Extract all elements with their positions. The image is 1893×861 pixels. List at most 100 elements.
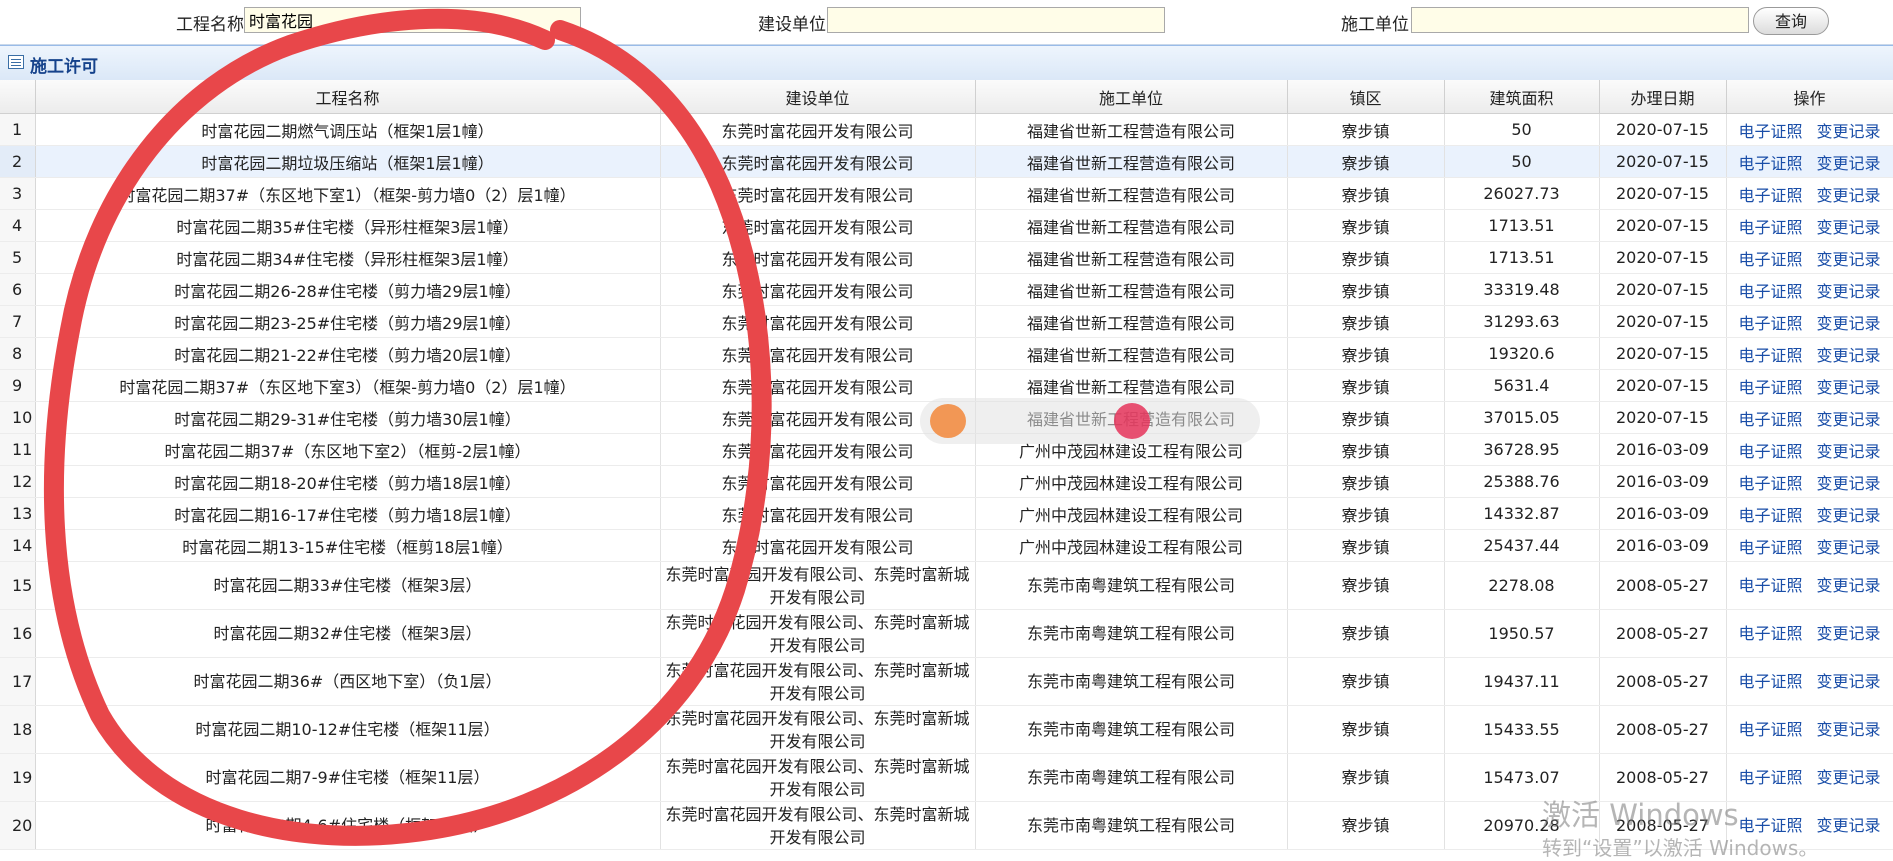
table-row[interactable]: 3 时富花园二期37#（东区地下室1）（框架-剪力墙0（2）层1幢） 东莞时富花园开… xyxy=(0,177,1893,210)
town-cell: 寮步镇 xyxy=(1287,657,1445,706)
actions-cell: 电子证照 变更记录 xyxy=(1726,497,1893,530)
table-row[interactable]: 5 时富花园二期34#住宅楼（异形柱框架3层1幢） 东莞时富花园开发有限公司 福建省世… xyxy=(0,241,1893,274)
col-header-area[interactable]: 建筑面积 xyxy=(1444,80,1600,114)
project-name-input[interactable] xyxy=(244,7,581,33)
e-license-link[interactable]: 电子证照 xyxy=(1738,314,1802,333)
table-row[interactable]: 2 时富花园二期垃圾压缩站（框架1层1幢） 东莞时富花园开发有限公司 福建省世新工程营… xyxy=(0,145,1893,178)
e-license-link[interactable]: 电子证照 xyxy=(1738,442,1802,461)
change-log-link[interactable]: 变更记录 xyxy=(1817,538,1881,557)
town-cell: 寮步镇 xyxy=(1287,113,1445,146)
area-cell: 50 xyxy=(1444,145,1600,178)
project-name-cell: 时富花园二期垃圾压缩站（框架1层1幢） xyxy=(35,145,661,178)
col-header-town[interactable]: 镇区 xyxy=(1287,80,1445,114)
row-number: 17 xyxy=(0,657,36,706)
e-license-link[interactable]: 电子证照 xyxy=(1738,186,1802,205)
e-license-link[interactable]: 电子证照 xyxy=(1738,282,1802,301)
contractor-cell: 福建省世新工程营造有限公司 xyxy=(975,369,1288,402)
change-log-link[interactable]: 变更记录 xyxy=(1817,768,1881,787)
col-header-date[interactable]: 办理日期 xyxy=(1599,80,1727,114)
col-header-builder[interactable]: 建设单位 xyxy=(660,80,976,114)
town-cell: 寮步镇 xyxy=(1287,241,1445,274)
change-log-link[interactable]: 变更记录 xyxy=(1817,474,1881,493)
area-cell: 1713.51 xyxy=(1444,209,1600,242)
date-cell: 2008-05-27 xyxy=(1599,609,1727,658)
builder-cell: 东莞时富花园开发有限公司、东莞时富新城开发有限公司 xyxy=(660,561,976,610)
e-license-link[interactable]: 电子证照 xyxy=(1738,122,1802,141)
e-license-link[interactable]: 电子证照 xyxy=(1738,250,1802,269)
change-log-link[interactable]: 变更记录 xyxy=(1817,122,1881,141)
project-name-cell: 时富花园二期13-15#住宅楼（框剪18层1幢） xyxy=(35,529,661,562)
e-license-link[interactable]: 电子证照 xyxy=(1738,506,1802,525)
change-log-link[interactable]: 变更记录 xyxy=(1817,720,1881,739)
town-cell: 寮步镇 xyxy=(1287,529,1445,562)
change-log-link[interactable]: 变更记录 xyxy=(1817,442,1881,461)
e-license-link[interactable]: 电子证照 xyxy=(1738,218,1802,237)
e-license-link[interactable]: 电子证照 xyxy=(1738,576,1802,595)
watermark-badge xyxy=(920,398,1260,444)
e-license-link[interactable]: 电子证照 xyxy=(1738,474,1802,493)
change-log-link[interactable]: 变更记录 xyxy=(1817,314,1881,333)
row-number: 15 xyxy=(0,561,36,610)
col-header-project[interactable]: 工程名称 xyxy=(35,80,661,114)
change-log-link[interactable]: 变更记录 xyxy=(1817,282,1881,301)
area-cell: 25388.76 xyxy=(1444,465,1600,498)
actions-cell: 电子证照 变更记录 xyxy=(1726,113,1893,146)
change-log-link[interactable]: 变更记录 xyxy=(1817,154,1881,173)
builder-cell: 东莞时富花园开发有限公司 xyxy=(660,465,976,498)
e-license-link[interactable]: 电子证照 xyxy=(1738,410,1802,429)
e-license-link[interactable]: 电子证照 xyxy=(1738,538,1802,557)
change-log-link[interactable]: 变更记录 xyxy=(1817,576,1881,595)
change-log-link[interactable]: 变更记录 xyxy=(1817,218,1881,237)
date-cell: 2020-07-15 xyxy=(1599,177,1727,210)
builder-cell: 东莞时富花园开发有限公司 xyxy=(660,241,976,274)
table-row[interactable]: 17 时富花园二期36#（西区地下室）（负1层） 东莞时富花园开发有限公司、东莞时富… xyxy=(0,657,1893,706)
actions-cell: 电子证照 变更记录 xyxy=(1726,433,1893,466)
e-license-link[interactable]: 电子证照 xyxy=(1738,154,1802,173)
change-log-link[interactable]: 变更记录 xyxy=(1817,816,1881,835)
area-cell: 14332.87 xyxy=(1444,497,1600,530)
col-header-contractor[interactable]: 施工单位 xyxy=(975,80,1288,114)
table-row[interactable]: 6 时富花园二期26-28#住宅楼（剪力墙29层1幢） 东莞时富花园开发有限公司 福建… xyxy=(0,273,1893,306)
contractor-cell: 广州中茂园林建设工程有限公司 xyxy=(975,497,1288,530)
contractor-input[interactable] xyxy=(1411,7,1749,33)
change-log-link[interactable]: 变更记录 xyxy=(1817,378,1881,397)
change-log-link[interactable]: 变更记录 xyxy=(1817,250,1881,269)
contractor-cell: 东莞市南粤建筑工程有限公司 xyxy=(975,753,1288,802)
builder-input[interactable] xyxy=(827,7,1165,33)
date-cell: 2016-03-09 xyxy=(1599,465,1727,498)
table-row[interactable]: 9 时富花园二期37#（东区地下室3）（框架-剪力墙0（2）层1幢） 东莞时富花园开… xyxy=(0,369,1893,402)
table-row[interactable]: 12 时富花园二期18-20#住宅楼（剪力墙18层1幢） 东莞时富花园开发有限公司广… xyxy=(0,465,1893,498)
table-row[interactable]: 18 时富花园二期10-12#住宅楼（框架11层） 东莞时富花园开发有限公司、东莞时… xyxy=(0,705,1893,754)
change-log-link[interactable]: 变更记录 xyxy=(1817,624,1881,643)
project-name-cell: 时富花园二期36#（西区地下室）（负1层） xyxy=(35,657,661,706)
table-row[interactable]: 4 时富花园二期35#住宅楼（异形柱框架3层1幢） 东莞时富花园开发有限公司 福建省世… xyxy=(0,209,1893,242)
actions-cell: 电子证照 变更记录 xyxy=(1726,305,1893,338)
date-cell: 2020-07-15 xyxy=(1599,209,1727,242)
project-name-cell: 时富花园二期21-22#住宅楼（剪力墙20层1幢） xyxy=(35,337,661,370)
builder-cell: 东莞时富花园开发有限公司 xyxy=(660,305,976,338)
table-row[interactable]: 7 时富花园二期23-25#住宅楼（剪力墙29层1幢） 东莞时富花园开发有限公司 福建… xyxy=(0,305,1893,338)
change-log-link[interactable]: 变更记录 xyxy=(1817,410,1881,429)
e-license-link[interactable]: 电子证照 xyxy=(1738,346,1802,365)
e-license-link[interactable]: 电子证照 xyxy=(1738,720,1802,739)
table-row[interactable]: 16 时富花园二期32#住宅楼（框架3层） 东莞时富花园开发有限公司、东莞时富新城开… xyxy=(0,609,1893,658)
change-log-link[interactable]: 变更记录 xyxy=(1817,186,1881,205)
change-log-link[interactable]: 变更记录 xyxy=(1817,506,1881,525)
row-number: 18 xyxy=(0,705,36,754)
table-row[interactable]: 1 时富花园二期燃气调压站（框架1层1幢） 东莞时富花园开发有限公司 福建省世新工程营… xyxy=(0,113,1893,146)
e-license-link[interactable]: 电子证照 xyxy=(1738,672,1802,691)
date-cell: 2020-07-15 xyxy=(1599,241,1727,274)
e-license-link[interactable]: 电子证照 xyxy=(1738,378,1802,397)
table-row[interactable]: 8 时富花园二期21-22#住宅楼（剪力墙20层1幢） 东莞时富花园开发有限公司 福建… xyxy=(0,337,1893,370)
change-log-link[interactable]: 变更记录 xyxy=(1817,672,1881,691)
e-license-link[interactable]: 电子证照 xyxy=(1738,624,1802,643)
change-log-link[interactable]: 变更记录 xyxy=(1817,346,1881,365)
query-button[interactable]: 查询 xyxy=(1753,7,1829,35)
table-row[interactable]: 15 时富花园二期33#住宅楼（框架3层） 东莞时富花园开发有限公司、东莞时富新城开… xyxy=(0,561,1893,610)
table-row[interactable]: 14 时富花园二期13-15#住宅楼（框剪18层1幢） 东莞时富花园开发有限公司 广州… xyxy=(0,529,1893,562)
area-cell: 50 xyxy=(1444,113,1600,146)
table-row[interactable]: 13 时富花园二期16-17#住宅楼（剪力墙18层1幢） 东莞时富花园开发有限公司广… xyxy=(0,497,1893,530)
e-license-link[interactable]: 电子证照 xyxy=(1738,768,1802,787)
project-name-cell: 时富花园二期37#（东区地下室1）（框架-剪力墙0（2）层1幢） xyxy=(35,177,661,210)
area-cell: 19437.11 xyxy=(1444,657,1600,706)
